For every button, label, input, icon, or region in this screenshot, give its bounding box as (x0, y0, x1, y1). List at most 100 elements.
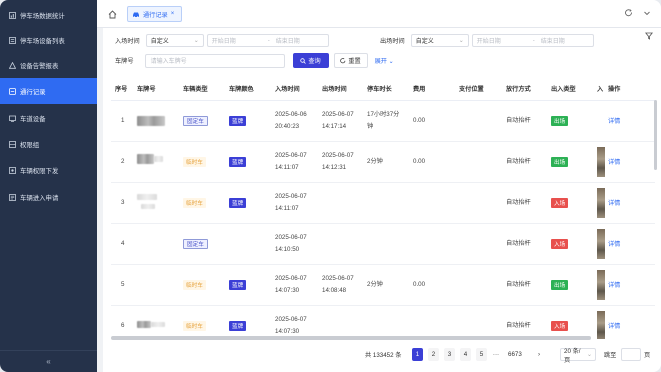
sidebar-item-label: 设备告警报表 (20, 62, 59, 70)
column-header: 序号 (115, 86, 128, 93)
sidebar-item-permission-group[interactable]: 权限组 (0, 131, 97, 157)
detail-link[interactable]: 详情 (608, 116, 620, 125)
sidebar-item-entry-application[interactable]: 车辆进入申请 (0, 184, 97, 210)
plate-input[interactable]: 请输入车牌号 (144, 53, 285, 68)
release-method: 自动抬杆 (506, 281, 531, 288)
entry-time: 14:11:07 (275, 205, 299, 212)
car-icon (133, 12, 139, 18)
page-ellipsis[interactable]: ··· (491, 348, 501, 361)
page-button[interactable]: 3 (444, 348, 455, 361)
entry-date-range[interactable]: 开始日期 - 结束日期 (206, 34, 329, 47)
page-size-select[interactable]: 20 条/页 ⌄ (560, 348, 596, 364)
end-date-placeholder: 结束日期 (275, 39, 300, 45)
query-button[interactable]: 查询 (292, 53, 329, 68)
table-row[interactable]: 4 固定车 2025-06-07 14:10:50 自动抬杆 入场 详情 (111, 224, 655, 265)
column-header: 出入类型 (551, 86, 576, 93)
home-tab[interactable] (105, 7, 119, 21)
table-row[interactable]: 5 临时车 蓝牌 2025-06-07 14:07:30 2025-06-07 … (111, 265, 655, 306)
column-header: 操作 (608, 86, 621, 93)
sidebar-item-parking-stats[interactable]: 停车场数据统计 (0, 2, 97, 28)
column-header: 车辆类型 (183, 86, 208, 93)
sidebar-collapse-button[interactable]: « (0, 350, 97, 372)
fee: 0.00 (413, 117, 426, 124)
refresh-icon[interactable] (625, 9, 633, 17)
column-header: 费用 (413, 86, 426, 93)
sidebar-item-label: 车辆进入申请 (20, 194, 59, 202)
reset-button-label: 重置 (348, 58, 361, 65)
entry-time: 14:11:07 (275, 164, 299, 171)
io-type-badge: 出场 (551, 116, 569, 126)
pagination: 共 133452 条 1 2 3 4 5 ··· 6673 › 20 条/页 ⌄… (103, 348, 661, 364)
page-button[interactable]: 5 (476, 348, 487, 361)
table-row[interactable]: 2 临时车 蓝牌 2025-06-07 14:11:07 2025-06-07 … (111, 142, 655, 183)
vehicle-photo[interactable] (597, 147, 605, 177)
table-row[interactable]: 6 临时车 蓝牌 2025-06-07 14:07:30 自动抬杆 入场 详情 (111, 306, 655, 339)
expand-link[interactable]: 展开 ⌄ (375, 56, 394, 65)
vertical-scrollbar[interactable] (654, 100, 657, 170)
goto-suffix: 页 (644, 352, 651, 359)
start-date-placeholder: 开始日期 (476, 39, 501, 45)
vehicle-photo[interactable] (597, 311, 605, 339)
vehicle-photo[interactable] (597, 270, 605, 300)
vehicle-type-badge: 临时车 (183, 157, 206, 167)
io-type-badge: 出场 (551, 280, 569, 290)
next-page-button[interactable]: › (535, 348, 543, 361)
vehicle-photo[interactable] (597, 229, 605, 259)
sidebar-item-permission-issue[interactable]: 车辆权限下发 (0, 157, 97, 183)
io-type-badge: 入场 (551, 198, 569, 208)
detail-link[interactable]: 详情 (608, 198, 620, 207)
table-row[interactable]: 3 临时车 蓝牌 2025-06-07 14:11:07 自动抬杆 入场 详情 (111, 183, 655, 224)
vehicle-type-badge: 临时车 (183, 198, 206, 208)
entry-time-mode-select[interactable]: 自定义 ⌄ (145, 34, 204, 47)
sidebar-item-alarm-report[interactable]: 设备告警报表 (0, 52, 97, 78)
entry-date: 2025-06-06 (275, 111, 307, 118)
goto-label: 跳至 (604, 352, 617, 359)
entry-date: 2025-06-07 (275, 234, 307, 241)
column-header: 入 (597, 86, 604, 93)
end-date-placeholder: 结束日期 (540, 39, 565, 45)
detail-link[interactable]: 详情 (608, 280, 620, 289)
exit-date: 2025-06-07 (322, 275, 354, 282)
goto-page-input[interactable] (621, 348, 641, 361)
reset-button[interactable]: 重置 (333, 53, 368, 68)
page-button[interactable]: 1 (412, 348, 423, 361)
refresh-icon (340, 57, 346, 63)
close-icon[interactable]: × (171, 11, 175, 17)
sidebar-item-lane-device[interactable]: 车道设备 (0, 105, 97, 131)
plate-number-redacted (137, 194, 157, 200)
release-method: 自动抬杆 (506, 158, 531, 165)
detail-link[interactable]: 详情 (608, 157, 620, 166)
records-table: 序号 车牌号 车辆类型 车牌颜色 入场时间 出场时间 停车时长 费用 支付位置 … (111, 75, 655, 339)
exit-date-range[interactable]: 开始日期 - 结束日期 (471, 34, 594, 47)
column-header: 支付位置 (459, 86, 484, 93)
release-method: 自动抬杆 (506, 199, 531, 206)
tab-traffic-records[interactable]: 通行记录 × (127, 6, 182, 22)
entry-date: 2025-06-07 (275, 275, 307, 282)
table-row[interactable]: 1 固定车 蓝牌 2025-06-06 20:40:23 2025-06-07 … (111, 101, 655, 142)
page-button[interactable]: 2 (428, 348, 439, 361)
exit-time: 14:08:48 (322, 287, 347, 294)
plate-label: 车牌号 (115, 58, 134, 65)
exit-time-mode-select[interactable]: 自定义 ⌄ (410, 34, 469, 47)
search-icon (300, 57, 307, 64)
plate-color-badge: 蓝牌 (229, 116, 247, 126)
vehicle-photo[interactable] (597, 188, 605, 218)
plate-placeholder: 请输入车牌号 (150, 59, 187, 65)
page-button[interactable]: 4 (460, 348, 471, 361)
sidebar-item-traffic-records[interactable]: 通行记录 (0, 78, 97, 104)
detail-link[interactable]: 详情 (608, 321, 620, 330)
last-page-button[interactable]: 6673 (508, 348, 522, 361)
issue-icon (8, 166, 16, 174)
io-type-badge: 出场 (551, 157, 569, 167)
column-header: 停车时长 (367, 86, 392, 93)
chevron-down-icon[interactable] (643, 9, 651, 17)
tab-label: 通行记录 (143, 11, 168, 19)
row-index: 4 (121, 240, 125, 247)
column-header: 入场时间 (275, 86, 300, 93)
plate-color-badge: 蓝牌 (229, 157, 247, 167)
horizontal-scrollbar[interactable] (111, 336, 591, 340)
detail-link[interactable]: 详情 (608, 239, 620, 248)
sidebar-item-device-list[interactable]: 停车场设备列表 (0, 27, 97, 53)
expand-link-label: 展开 (374, 58, 387, 65)
filter-icon[interactable] (645, 32, 653, 40)
